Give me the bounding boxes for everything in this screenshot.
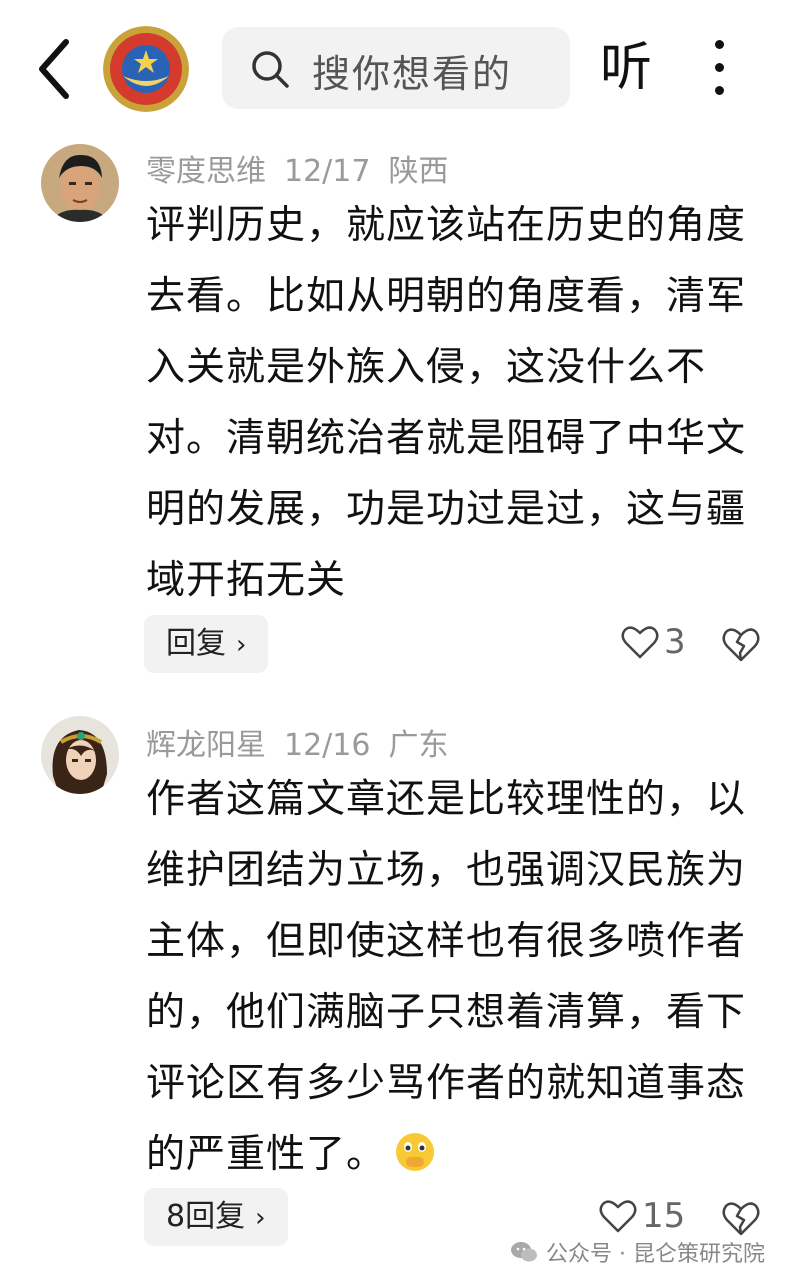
watermark-text: 公众号 · 昆仑策研究院	[546, 1242, 765, 1267]
comment-date: 12/17	[284, 154, 371, 189]
broken-heart-icon[interactable]	[720, 1197, 762, 1239]
chevron-right-icon: ›	[255, 1203, 266, 1233]
comment-location: 广东	[388, 728, 449, 763]
heart-icon	[621, 626, 659, 659]
comment-text: 评判历史，就应该站在历史的角度去看。比如从明朝的角度看，清军入关就是外族入侵，这…	[146, 203, 747, 603]
search-icon	[252, 51, 289, 88]
listen-button[interactable]: 听	[600, 38, 652, 98]
reply-label: 回复	[166, 626, 226, 661]
like-count: 15	[642, 1196, 686, 1236]
reply-button[interactable]: 8回复 ›	[144, 1188, 288, 1246]
search-bar[interactable]: 搜你想看的	[222, 27, 570, 109]
comment-date: 12/16	[284, 728, 371, 763]
back-arrow-icon[interactable]	[30, 34, 80, 104]
top-bar: 搜你想看的 听	[0, 0, 787, 130]
like-button[interactable]: 15	[598, 1196, 685, 1236]
emblem-icon	[103, 26, 189, 112]
reply-button[interactable]: 回复 ›	[144, 615, 269, 673]
avatar[interactable]	[41, 716, 119, 794]
comment-text-container: 作者这篇文章还是比较理性的，以维护团结为立场，也强调汉民族为主体，但即使这样也有…	[146, 764, 746, 1190]
wechat-icon	[511, 1242, 537, 1262]
comment-meta: 辉龙阳星 12/16 广东	[146, 720, 466, 764]
like-button[interactable]: 3	[620, 622, 686, 662]
reply-label: 8回复	[166, 1199, 246, 1234]
more-options-icon[interactable]	[700, 36, 740, 100]
comment-location: 陕西	[388, 154, 449, 189]
avatar[interactable]	[41, 144, 119, 222]
face-with-hand-over-mouth-emoji	[396, 1133, 435, 1171]
broken-heart-icon[interactable]	[720, 623, 762, 665]
comment-meta: 零度思维 12/17 陕西	[146, 146, 466, 190]
account-logo[interactable]	[103, 26, 189, 112]
chevron-right-icon: ›	[236, 630, 247, 660]
user-avatar-icon	[41, 716, 119, 794]
heart-icon	[599, 1200, 637, 1233]
username[interactable]: 零度思维	[146, 154, 266, 189]
watermark: 公众号 · 昆仑策研究院	[510, 1236, 765, 1268]
like-count: 3	[664, 622, 686, 662]
username[interactable]: 辉龙阳星	[146, 728, 266, 763]
user-avatar-icon	[41, 144, 119, 222]
comment-text: 作者这篇文章还是比较理性的，以维护团结为立场，也强调汉民族为主体，但即使这样也有…	[146, 777, 747, 1177]
search-placeholder: 搜你想看的	[312, 52, 513, 96]
